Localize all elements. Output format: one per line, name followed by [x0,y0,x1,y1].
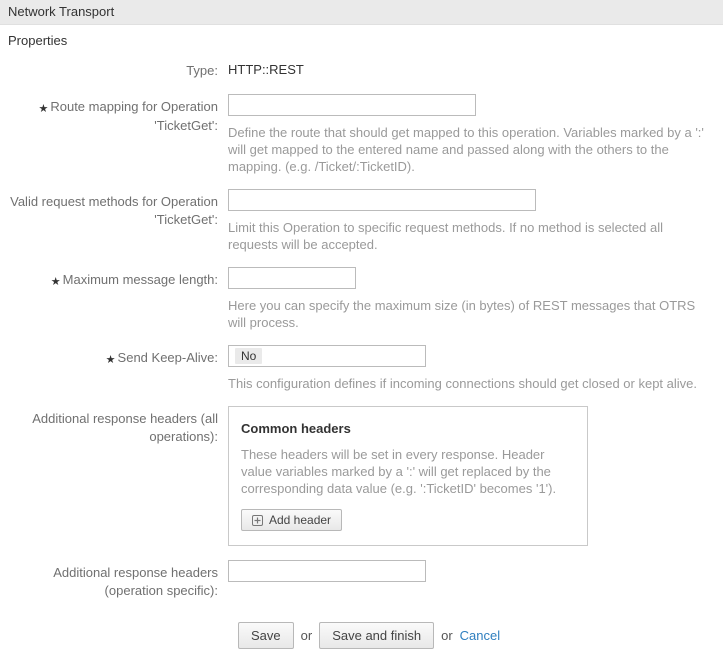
label-keepalive-text: Send Keep-Alive: [118,350,218,365]
keepalive-value: No [235,348,262,364]
label-route: ★Route mapping for Operation 'TicketGet'… [8,94,228,135]
maxlen-input[interactable] [228,267,356,289]
row-type: Type: HTTP::REST [8,58,715,80]
row-keepalive: ★Send Keep-Alive: No This configuration … [8,345,715,392]
row-headers-all: Additional response headers (all operati… [8,406,715,546]
section-title: Properties [0,25,723,52]
row-maxlen: ★Maximum message length: Here you can sp… [8,267,715,331]
help-methods: Limit this Operation to specific request… [228,219,708,253]
label-headers-all: Additional response headers (all operati… [8,406,228,446]
help-route: Define the route that should get mapped … [228,124,708,175]
actions: Save or Save and finish or Cancel [238,622,715,667]
label-headers-op: Additional response headers (operation s… [8,560,228,600]
label-maxlen: ★Maximum message length: [8,267,228,290]
properties-form: Type: HTTP::REST ★Route mapping for Oper… [0,58,723,667]
row-methods: Valid request methods for Operation 'Tic… [8,189,715,253]
label-type: Type: [8,58,228,80]
required-star-icon: ★ [51,276,61,288]
or-text-2: or [441,628,453,643]
keepalive-select[interactable]: No [228,345,426,367]
label-route-text: Route mapping for Operation 'TicketGet': [50,99,218,133]
methods-select[interactable] [228,189,536,211]
panel-title: Network Transport [8,4,114,19]
panel-header: Network Transport [0,0,723,25]
common-headers-panel: Common headers These headers will be set… [228,406,588,546]
add-header-label: Add header [269,513,331,527]
plus-icon [252,515,263,526]
save-finish-button[interactable]: Save and finish [319,622,434,649]
route-input[interactable] [228,94,476,116]
required-star-icon: ★ [38,103,48,115]
headers-op-input[interactable] [228,560,426,582]
label-maxlen-text: Maximum message length: [63,272,218,287]
help-maxlen: Here you can specify the maximum size (i… [228,297,708,331]
common-headers-title: Common headers [241,421,575,436]
help-keepalive: This configuration defines if incoming c… [228,375,708,392]
add-header-button[interactable]: Add header [241,509,342,531]
cancel-link[interactable]: Cancel [460,628,500,643]
common-headers-desc: These headers will be set in every respo… [241,446,575,497]
row-route: ★Route mapping for Operation 'TicketGet'… [8,94,715,175]
required-star-icon: ★ [106,354,116,366]
value-type: HTTP::REST [228,58,715,77]
row-headers-op: Additional response headers (operation s… [8,560,715,600]
save-button[interactable]: Save [238,622,294,649]
label-methods: Valid request methods for Operation 'Tic… [8,189,228,229]
label-keepalive: ★Send Keep-Alive: [8,345,228,368]
or-text-1: or [301,628,313,643]
